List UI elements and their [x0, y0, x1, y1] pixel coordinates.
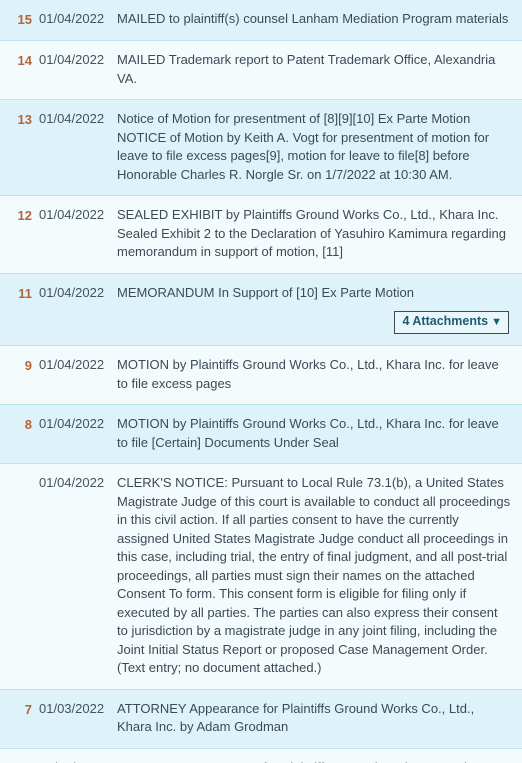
- docket-entry-number[interactable]: 15: [6, 10, 32, 29]
- docket-entry-date: 01/04/2022: [39, 111, 105, 126]
- attachments-label: 4 Attachments: [402, 314, 489, 328]
- docket-entry-description: MAILED to plaintiff(s) counsel Lanham Me…: [117, 11, 509, 26]
- docket-entry-number[interactable]: 6: [6, 759, 32, 763]
- docket-entry-date: 01/03/2022: [32, 759, 112, 763]
- docket-entry-date: 01/04/2022: [39, 475, 105, 490]
- table-row[interactable]: 14 01/04/2022 MAILED Trademark report to…: [0, 41, 522, 100]
- docket-entry-date: 01/04/2022: [39, 11, 105, 26]
- docket-entry-description: SEALED EXHIBIT by Plaintiffs Ground Work…: [117, 207, 507, 259]
- docket-entry-description: ATTORNEY Appearance for Plaintiffs Groun…: [117, 700, 475, 735]
- table-row[interactable]: 8 01/04/2022 MOTION by Plaintiffs Ground…: [0, 405, 522, 464]
- chevron-down-icon: ▼: [491, 316, 502, 328]
- docket-entry-number[interactable]: 12: [6, 206, 32, 225]
- table-row[interactable]: 15 01/04/2022 MAILED to plaintiff(s) cou…: [0, 0, 522, 41]
- docket-entry-date: 01/04/2022: [39, 284, 105, 300]
- table-row[interactable]: 9 01/04/2022 MOTION by Plaintiffs Ground…: [0, 346, 522, 405]
- table-row[interactable]: 11 01/04/2022 MEMORANDUM In Support of […: [0, 273, 522, 346]
- docket-entry-description: MAILED Trademark report to Patent Tradem…: [117, 52, 496, 86]
- docket-entry-description: MEMORANDUM In Support of [10] Ex Parte M…: [117, 284, 414, 300]
- attachments-dropdown-button[interactable]: 4 Attachments ▼: [394, 311, 509, 334]
- docket-entry-date: 01/04/2022: [39, 357, 105, 372]
- docket-entry-number[interactable]: 7: [6, 700, 32, 719]
- docket-entry-date: 01/04/2022: [39, 207, 105, 222]
- docket-entry-date: 01/04/2022: [39, 416, 105, 431]
- docket-entry-date: 01/04/2022: [39, 52, 105, 67]
- attachments-row: 4 Attachments ▼: [117, 311, 512, 334]
- table-row[interactable]: 01/04/2022 CLERK'S NOTICE: Pursuant to L…: [0, 464, 522, 690]
- docket-entry-date: 01/03/2022: [39, 700, 105, 716]
- docket-entry-number[interactable]: 9: [6, 356, 32, 375]
- docket-entry-description: MOTION by Plaintiffs Ground Works Co., L…: [117, 416, 499, 450]
- docket-entry-description: CLERK'S NOTICE: Pursuant to Local Rule 7…: [117, 475, 511, 675]
- table-row[interactable]: 6 01/03/2022 ATTORNEY Appearance for Pla…: [0, 748, 522, 763]
- docket-entry-description-wrap: MEMORANDUM In Support of [10] Ex Parte M…: [112, 284, 516, 334]
- table-row[interactable]: 13 01/04/2022 Notice of Motion for prese…: [0, 100, 522, 196]
- docket-entry-number[interactable]: 13: [6, 110, 32, 129]
- docket-entry-number: [6, 474, 32, 475]
- docket-entry-number[interactable]: 14: [6, 51, 32, 70]
- docket-entry-description: MOTION by Plaintiffs Ground Works Co., L…: [117, 357, 499, 391]
- docket-entry-number[interactable]: 11: [6, 284, 32, 303]
- docket-entries-list: 15 01/04/2022 MAILED to plaintiff(s) cou…: [0, 0, 522, 763]
- docket-entry-description: ATTORNEY Appearance for Plaintiffs Groun…: [112, 759, 516, 763]
- docket-entry-description: Notice of Motion for presentment of [8][…: [117, 111, 490, 182]
- table-row[interactable]: 12 01/04/2022 SEALED EXHIBIT by Plaintif…: [0, 196, 522, 274]
- docket-entry-number[interactable]: 8: [6, 415, 32, 434]
- table-row[interactable]: 7 01/03/2022 ATTORNEY Appearance for Pla…: [0, 689, 522, 749]
